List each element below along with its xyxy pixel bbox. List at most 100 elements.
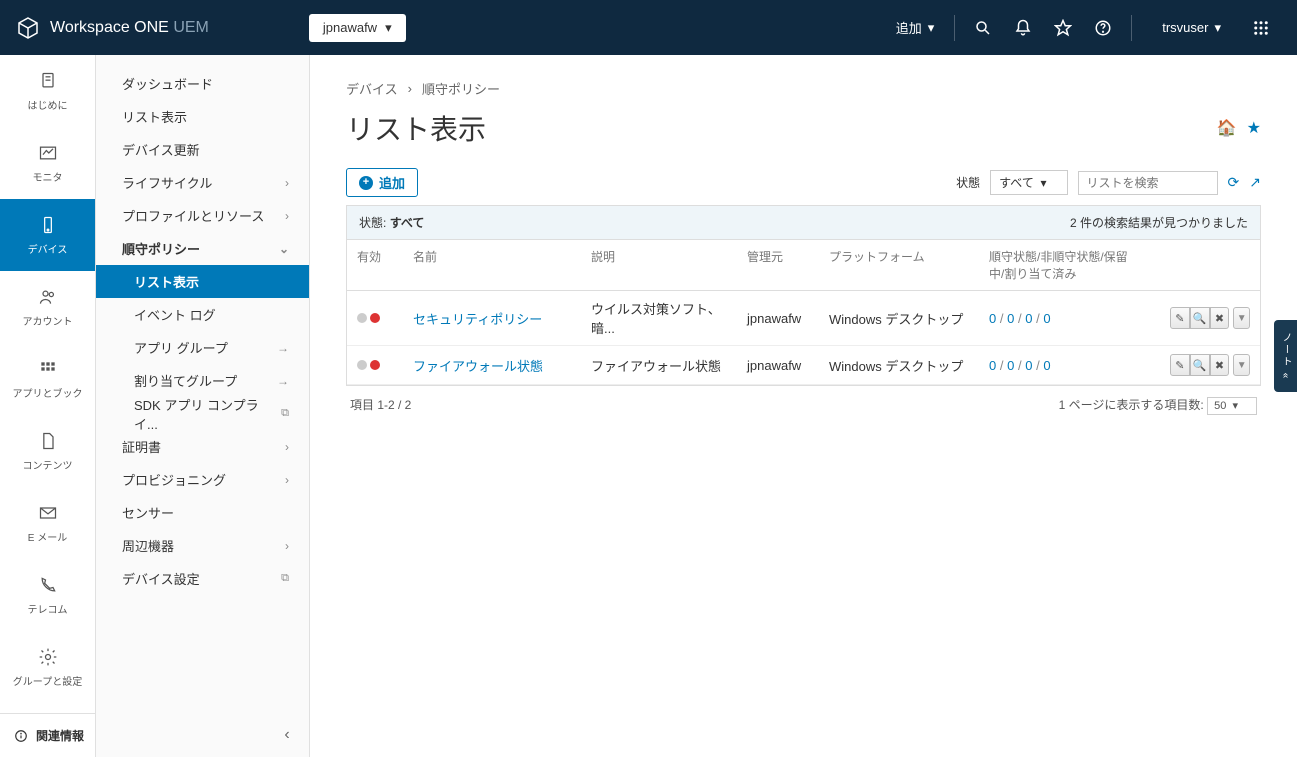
cell-desc: ファイアウォール状態 <box>581 348 737 383</box>
table-row[interactable]: セキュリティポリシー ウイルス対策ソフト、暗... jpnawafw Windo… <box>347 291 1260 346</box>
chevron-right-icon: › <box>285 209 289 223</box>
bookmark-star-icon[interactable]: ★ <box>1247 118 1261 138</box>
toolbar: +追加 状態 すべて ▾ ⟳ ↗ <box>346 168 1261 197</box>
status-filter-select[interactable]: すべて ▾ <box>990 170 1067 195</box>
nav-compliance-list[interactable]: リスト表示 <box>96 265 309 298</box>
row-menu-icon[interactable]: ▼ <box>1233 307 1250 329</box>
delete-icon[interactable]: ✖ <box>1210 307 1230 329</box>
th-desc[interactable]: 説明 <box>581 240 737 290</box>
rail-getting-started[interactable]: はじめに <box>0 55 95 127</box>
search-icon[interactable] <box>963 8 1003 48</box>
cell-manager: jpnawafw <box>737 303 819 334</box>
rail-related-info[interactable]: 関連情報 <box>0 713 95 757</box>
nav-lifecycle[interactable]: ライフサイクル› <box>96 166 309 199</box>
search-input[interactable] <box>1078 171 1218 195</box>
rail-email[interactable]: E メール <box>0 487 95 559</box>
nav-peripherals[interactable]: 周辺機器› <box>96 529 309 562</box>
org-selector[interactable]: jpnawafw▾ <box>309 14 406 42</box>
nav-compliance-eventlog[interactable]: イベント ログ <box>96 298 309 331</box>
nav-compliance[interactable]: 順守ポリシー⌄ <box>96 232 309 265</box>
bell-icon[interactable] <box>1003 8 1043 48</box>
nav-dashboard[interactable]: ダッシュボード <box>96 67 309 100</box>
nav-rail: はじめに モニタ デバイス アカウント アプリとブック コンテンツ E メール … <box>0 55 96 757</box>
rail-telecom[interactable]: テレコム <box>0 559 95 631</box>
home-icon[interactable]: 🏠 <box>1217 118 1237 138</box>
notes-tab[interactable]: ノート « <box>1274 320 1297 392</box>
nav-device-settings[interactable]: デバイス設定⧉ <box>96 562 309 595</box>
external-link-icon: ⧉ <box>281 407 289 420</box>
breadcrumb-devices[interactable]: デバイス <box>346 79 398 98</box>
table-header: 有効 名前 説明 管理元 プラットフォーム 順守状態/非順守状態/保留中/割り当… <box>347 240 1260 291</box>
app-launcher-icon[interactable] <box>1241 8 1281 48</box>
delete-icon[interactable]: ✖ <box>1210 354 1230 376</box>
top-actions: 追加 ▾ trsvuser ▾ <box>884 8 1281 48</box>
top-bar: Workspace ONE UEM jpnawafw▾ 追加 ▾ trsvuse… <box>0 0 1297 55</box>
chevron-right-icon: › <box>285 440 289 454</box>
arrow-right-icon: → <box>277 374 289 388</box>
arrow-right-icon: → <box>277 341 289 355</box>
logo-icon <box>16 16 40 40</box>
policy-link[interactable]: ファイアウォール状態 <box>413 359 543 374</box>
cell-platform: Windows デスクトップ <box>819 348 979 383</box>
chevron-right-icon: › <box>285 176 289 190</box>
th-status[interactable]: 順守状態/非順守状態/保留中/割り当て済み <box>979 240 1145 290</box>
cell-platform: Windows デスクトップ <box>819 301 979 336</box>
rail-settings[interactable]: グループと設定 <box>0 631 95 703</box>
logo: Workspace ONE UEM <box>16 16 209 40</box>
nav-sensors[interactable]: センサー <box>96 496 309 529</box>
nav-provisioning[interactable]: プロビジョニング› <box>96 463 309 496</box>
status-dots <box>357 313 393 323</box>
collapse-sidenav-icon[interactable]: ‹ <box>275 723 299 747</box>
rail-content[interactable]: コンテンツ <box>0 415 95 487</box>
th-platform[interactable]: プラットフォーム <box>819 240 979 290</box>
status-dots <box>357 360 393 370</box>
nav-certificates[interactable]: 証明書› <box>96 430 309 463</box>
user-menu[interactable]: trsvuser ▾ <box>1150 12 1233 44</box>
edit-icon[interactable]: ✎ <box>1170 307 1190 329</box>
rail-devices[interactable]: デバイス <box>0 199 95 271</box>
plus-icon: + <box>359 176 373 190</box>
chevron-down-icon: ⌄ <box>279 242 289 256</box>
nav-app-groups[interactable]: アプリ グループ→ <box>96 331 309 364</box>
star-icon[interactable] <box>1043 8 1083 48</box>
nav-profiles[interactable]: プロファイルとリソース› <box>96 199 309 232</box>
th-name[interactable]: 名前 <box>403 240 581 290</box>
table-row[interactable]: ファイアウォール状態 ファイアウォール状態 jpnawafw Windows デ… <box>347 346 1260 385</box>
page-size-label: 1 ページに表示する項目数: <box>1059 398 1204 412</box>
view-icon[interactable]: 🔍 <box>1190 354 1210 376</box>
breadcrumb-compliance[interactable]: 順守ポリシー <box>422 79 500 98</box>
product-name: Workspace ONE UEM <box>50 19 209 37</box>
chevron-right-icon: › <box>285 473 289 487</box>
cell-manager: jpnawafw <box>737 350 819 381</box>
refresh-icon[interactable]: ⟳ <box>1228 174 1240 191</box>
side-nav: ダッシュボード リスト表示 デバイス更新 ライフサイクル› プロファイルとリソー… <box>96 55 310 757</box>
nav-device-updates[interactable]: デバイス更新 <box>96 133 309 166</box>
nav-sdk-compliance[interactable]: SDK アプリ コンプライ...⧉ <box>96 397 309 430</box>
help-icon[interactable] <box>1083 8 1123 48</box>
th-enable[interactable]: 有効 <box>347 240 403 290</box>
info-icon <box>14 729 28 743</box>
rail-accounts[interactable]: アカウント <box>0 271 95 343</box>
external-link-icon: ⧉ <box>281 572 289 585</box>
view-icon[interactable]: 🔍 <box>1190 307 1210 329</box>
edit-icon[interactable]: ✎ <box>1170 354 1190 376</box>
rail-apps[interactable]: アプリとブック <box>0 343 95 415</box>
add-button[interactable]: +追加 <box>346 168 418 197</box>
th-manager[interactable]: 管理元 <box>737 240 819 290</box>
chevron-right-icon: › <box>285 539 289 553</box>
result-count: 2 件の検索結果が見つかりました <box>1070 214 1248 231</box>
page-size-select[interactable]: 50 ▾ <box>1207 397 1257 415</box>
nav-assignment-groups[interactable]: 割り当てグループ→ <box>96 364 309 397</box>
page-title: リスト表示 <box>346 108 486 148</box>
chevron-right-icon: › <box>408 81 412 96</box>
cell-status-counts: 0 / 0 / 0 / 0 <box>979 350 1145 381</box>
cell-desc: ウイルス対策ソフト、暗... <box>581 291 737 345</box>
rail-monitor[interactable]: モニタ <box>0 127 95 199</box>
add-menu[interactable]: 追加 ▾ <box>884 10 947 45</box>
status-filter-label: 状態 <box>956 174 980 191</box>
policy-link[interactable]: セキュリティポリシー <box>413 312 542 327</box>
data-table: 状態: すべて 2 件の検索結果が見つかりました 有効 名前 説明 管理元 プラ… <box>346 205 1261 386</box>
row-menu-icon[interactable]: ▼ <box>1233 354 1250 376</box>
export-icon[interactable]: ↗ <box>1249 174 1261 191</box>
nav-list-view[interactable]: リスト表示 <box>96 100 309 133</box>
